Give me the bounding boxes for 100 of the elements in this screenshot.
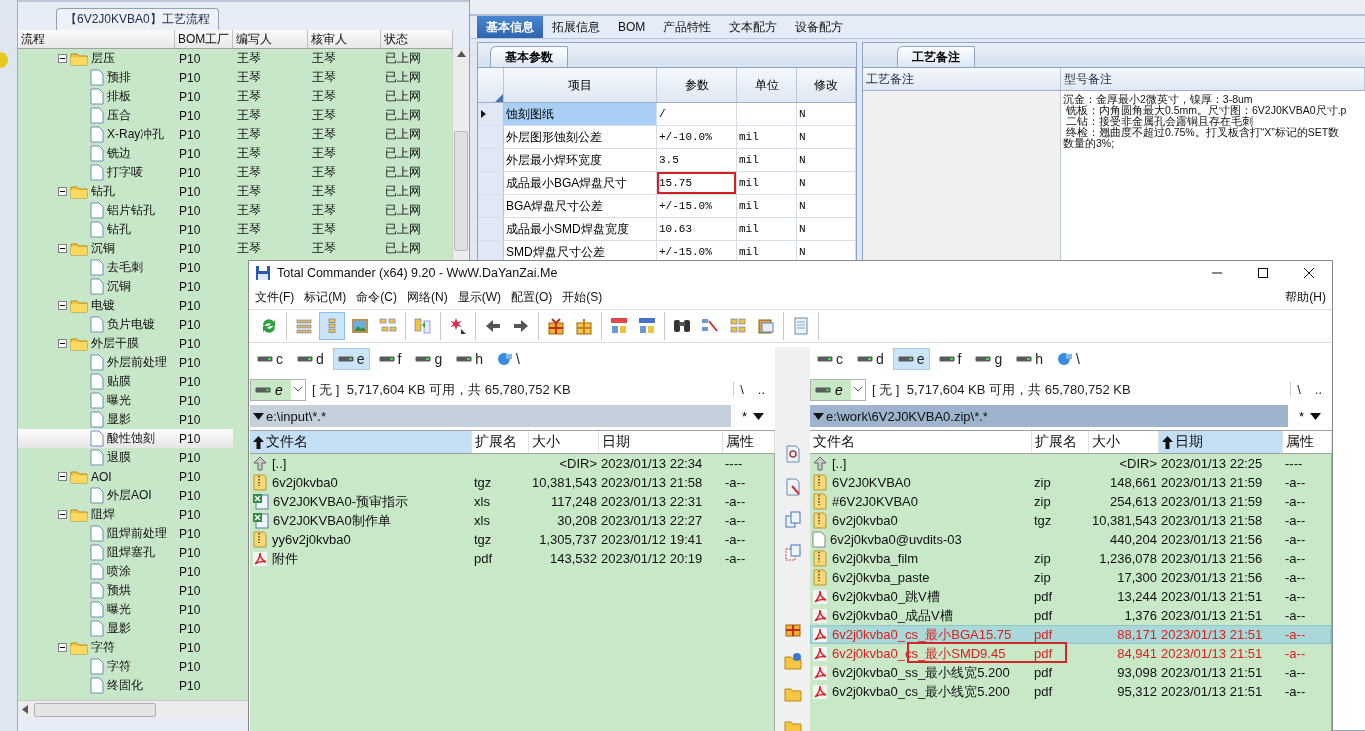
tree-row[interactable]: 外层AOI P10: [18, 486, 233, 505]
tree-row[interactable]: 阻焊塞孔 P10: [18, 543, 233, 562]
drive-button[interactable]: e: [892, 348, 930, 370]
tree-row[interactable]: 外层干膜 P10: [18, 334, 233, 353]
panel-tab[interactable]: 基本参数: [490, 46, 568, 67]
tree-row[interactable]: 阻焊前处理 P10: [18, 524, 233, 543]
column-header[interactable]: 项目: [504, 68, 657, 102]
tree-row[interactable]: 去毛刺 P10: [18, 258, 233, 277]
file-row[interactable]: 6v2j0kvba_paste zip 17,300 2023/01/13 21:56 -a--: [810, 568, 1331, 587]
panel-tab[interactable]: 工艺备注: [897, 46, 975, 67]
tab[interactable]: 产品特性: [654, 16, 721, 38]
tree-row[interactable]: X-Ray冲孔 P10 王琴 王琴 已上网: [18, 125, 452, 144]
tree-row[interactable]: 电镀 P10: [18, 296, 233, 315]
menu-item[interactable]: 命令(C): [351, 288, 402, 306]
collapse-icon[interactable]: [58, 301, 67, 310]
tree-row[interactable]: 喷涂 P10: [18, 562, 233, 581]
tree-row[interactable]: 外层前处理 P10: [18, 353, 233, 372]
column-header[interactable]: 状态: [381, 30, 453, 48]
tree-row[interactable]: AOI P10: [18, 467, 233, 486]
column-header[interactable]: 核审人: [308, 30, 381, 48]
drive-dropdown[interactable]: e: [810, 378, 866, 401]
drive-button[interactable]: d: [292, 348, 329, 370]
tree-row[interactable]: 字符 P10: [18, 657, 233, 676]
tree-row[interactable]: 打字唛 P10 王琴 王琴 已上网: [18, 163, 452, 182]
tree-row[interactable]: 预排 P10 王琴 王琴 已上网: [18, 68, 452, 87]
tree-row[interactable]: 沉铜 P10: [18, 277, 233, 296]
scrollbar-thumb[interactable]: [454, 131, 468, 251]
tree-row[interactable]: 沉铜 P10 王琴 王琴 已上网: [18, 239, 452, 258]
file-row[interactable]: 6v2j0kvba0_成品V槽 pdf 1,376 2023/01/13 21:51 -a--: [810, 606, 1331, 625]
tree-row[interactable]: 压合 P10 王琴 王琴 已上网: [18, 106, 452, 125]
tree-row[interactable]: 显影 P10: [18, 619, 233, 638]
collapse-icon[interactable]: [58, 54, 67, 63]
tab[interactable]: 设备配方: [786, 16, 853, 38]
parent-button[interactable]: ..: [751, 382, 771, 397]
tree-row[interactable]: 字符 P10: [18, 638, 233, 657]
file-row[interactable]: 6v2j0kvba0 tgz 10,381,543 2023/01/13 21:58 -a--: [810, 511, 1331, 530]
file-row[interactable]: 附件 pdf 143,532 2023/01/12 20:19 -a--: [250, 549, 774, 568]
column-header[interactable]: 流程: [18, 30, 175, 48]
close-icon[interactable]: [1304, 268, 1314, 278]
collapse-icon[interactable]: [58, 339, 67, 348]
column-header[interactable]: 文件名: [810, 431, 1032, 453]
column-header[interactable]: 编写人: [233, 30, 308, 48]
file-row[interactable]: 6v2j0kvba0_跳V槽 pdf 13,244 2023/01/13 21:51 -a--: [810, 587, 1331, 606]
menu-item[interactable]: 开始(S): [557, 288, 608, 306]
menu-item[interactable]: 配置(O): [506, 288, 558, 306]
file-row[interactable]: 6v2j0kvba0@uvdits-03 440,204 2023/01/13 21:56 -a--: [810, 530, 1331, 549]
tree-row[interactable]: 钻孔 P10 王琴 王琴 已上网: [18, 182, 452, 201]
file-row[interactable]: 6v2j0kvba0 tgz 10,381,543 2023/01/13 21:58 -a--: [250, 473, 774, 492]
tree-row[interactable]: 预烘 P10: [18, 581, 233, 600]
scrollbar-thumb[interactable]: [34, 702, 156, 717]
file-row[interactable]: [..] <DIR> 2023/01/13 22:34 ----: [250, 454, 774, 473]
menu-item[interactable]: 网络(N): [402, 288, 453, 306]
drive-button[interactable]: h: [1011, 348, 1049, 370]
menu-item[interactable]: 帮助(H): [1280, 288, 1331, 306]
drive-button[interactable]: e: [332, 348, 370, 370]
drive-button[interactable]: c: [252, 348, 288, 370]
tree-row[interactable]: 酸性蚀刻 P10: [18, 429, 233, 448]
file-row[interactable]: 6v2j0kvba_film zip 1,236,078 2023/01/13 21:56 -a--: [810, 549, 1331, 568]
tree-row[interactable]: 负片电镀 P10: [18, 315, 233, 334]
collapse-icon[interactable]: [58, 244, 67, 253]
column-header[interactable]: 文件名: [250, 431, 472, 453]
collapse-icon[interactable]: [58, 187, 67, 196]
tab[interactable]: BOM: [609, 16, 655, 38]
column-header[interactable]: 大小: [1089, 431, 1159, 453]
drive-button[interactable]: g: [970, 348, 1008, 370]
drive-button[interactable]: g: [410, 348, 448, 370]
tree-row[interactable]: 钻孔 P10 王琴 王琴 已上网: [18, 220, 452, 239]
network-button[interactable]: \: [1052, 348, 1085, 370]
panel-tab[interactable]: 【6V2J0KVBA0】工艺流程: [56, 8, 219, 30]
column-header[interactable]: 属性: [723, 431, 775, 453]
tree-row[interactable]: 曝光 P10: [18, 391, 233, 410]
scroll-left-arrow-icon[interactable]: [22, 705, 28, 714]
column-header[interactable]: BOM工厂: [175, 30, 233, 48]
list-view-icon[interactable]: [319, 312, 345, 340]
tree-row[interactable]: 铣边 P10 王琴 王琴 已上网: [18, 144, 452, 163]
collapse-icon[interactable]: [58, 472, 67, 481]
drive-button[interactable]: h: [451, 348, 489, 370]
scroll-up-arrow-icon[interactable]: [456, 51, 466, 57]
tree-row[interactable]: 铝片钻孔 P10 王琴 王琴 已上网: [18, 201, 452, 220]
column-header[interactable]: 修改: [797, 68, 856, 102]
tree-row[interactable]: 贴膜 P10: [18, 372, 233, 391]
tab[interactable]: 文本配方: [720, 16, 787, 38]
tree-row[interactable]: 显影 P10: [18, 410, 233, 429]
root-button[interactable]: \: [1291, 382, 1307, 397]
path-bar[interactable]: e:\work\6V2J0KVBA0.zip\*.*: [810, 405, 1288, 427]
menu-item[interactable]: 文件(F): [250, 288, 300, 306]
tree-row[interactable]: 阻焊 P10: [18, 505, 233, 524]
column-header[interactable]: 扩展名: [472, 431, 529, 453]
tree-row[interactable]: 退膜 P10: [18, 448, 233, 467]
file-row[interactable]: 6V2J0KVBA0-预审指示 xls 117,248 2023/01/13 22:31 -a--: [250, 492, 774, 511]
tab[interactable]: 基本信息: [477, 16, 543, 38]
path-bar[interactable]: e:\input\*.*: [250, 405, 731, 427]
drive-button[interactable]: c: [812, 348, 848, 370]
tree-row[interactable]: 排板 P10 王琴 王琴 已上网: [18, 87, 452, 106]
column-header[interactable]: 扩展名: [1032, 431, 1089, 453]
collapse-icon[interactable]: [58, 510, 67, 519]
menu-item[interactable]: 标记(M): [299, 288, 352, 306]
column-header[interactable]: 大小: [529, 431, 599, 453]
tab[interactable]: 拓展信息: [543, 16, 609, 38]
file-row[interactable]: 6V2J0KVBA0 zip 148,661 2023/01/13 21:59 -a--: [810, 473, 1331, 492]
